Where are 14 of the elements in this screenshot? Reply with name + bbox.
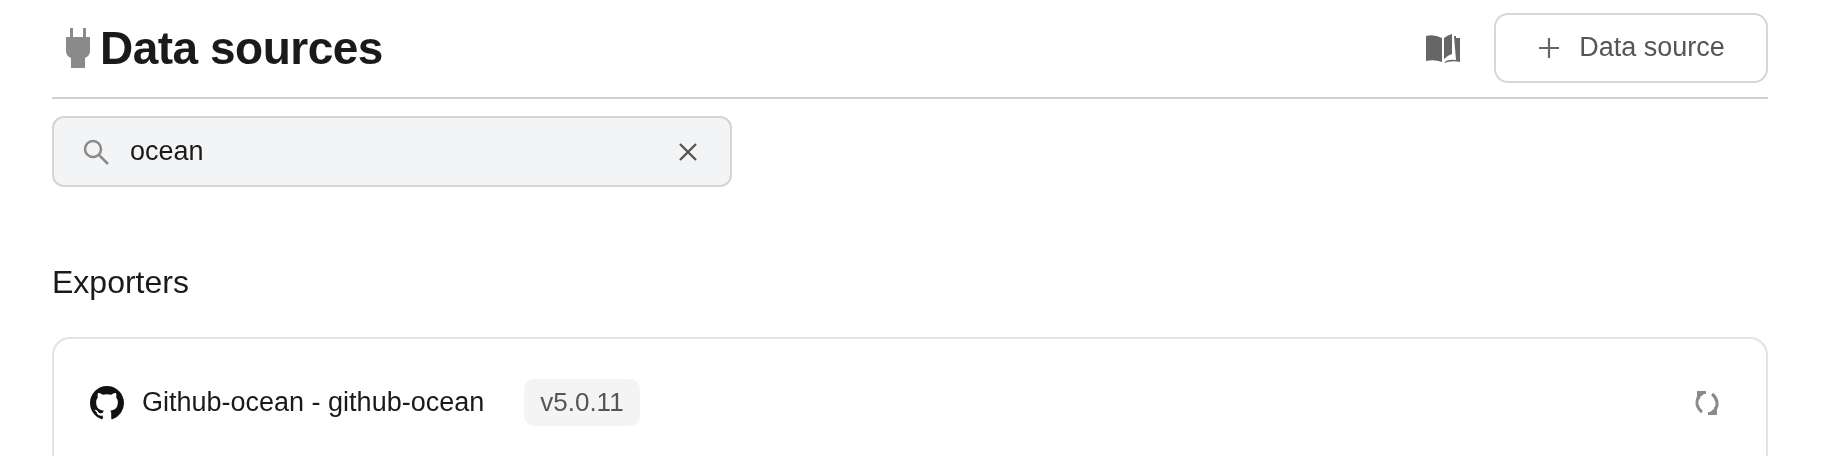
version-badge: v5.0.11 — [524, 379, 640, 427]
search-field[interactable]: ocean — [52, 116, 732, 187]
search-icon — [82, 137, 110, 166]
page-title: Data sources — [100, 20, 383, 75]
search-input[interactable]: ocean — [128, 135, 660, 168]
github-icon — [90, 385, 124, 420]
clear-icon[interactable] — [678, 141, 698, 162]
plug-icon — [64, 27, 92, 68]
book-icon — [1424, 31, 1462, 64]
docs-button[interactable] — [1424, 31, 1462, 64]
data-source-name: Github-ocean - github-ocean — [142, 387, 485, 419]
plus-icon — [1537, 35, 1562, 60]
section-title: Exporters — [52, 263, 190, 302]
add-data-source-button[interactable]: Data source — [1494, 12, 1768, 83]
